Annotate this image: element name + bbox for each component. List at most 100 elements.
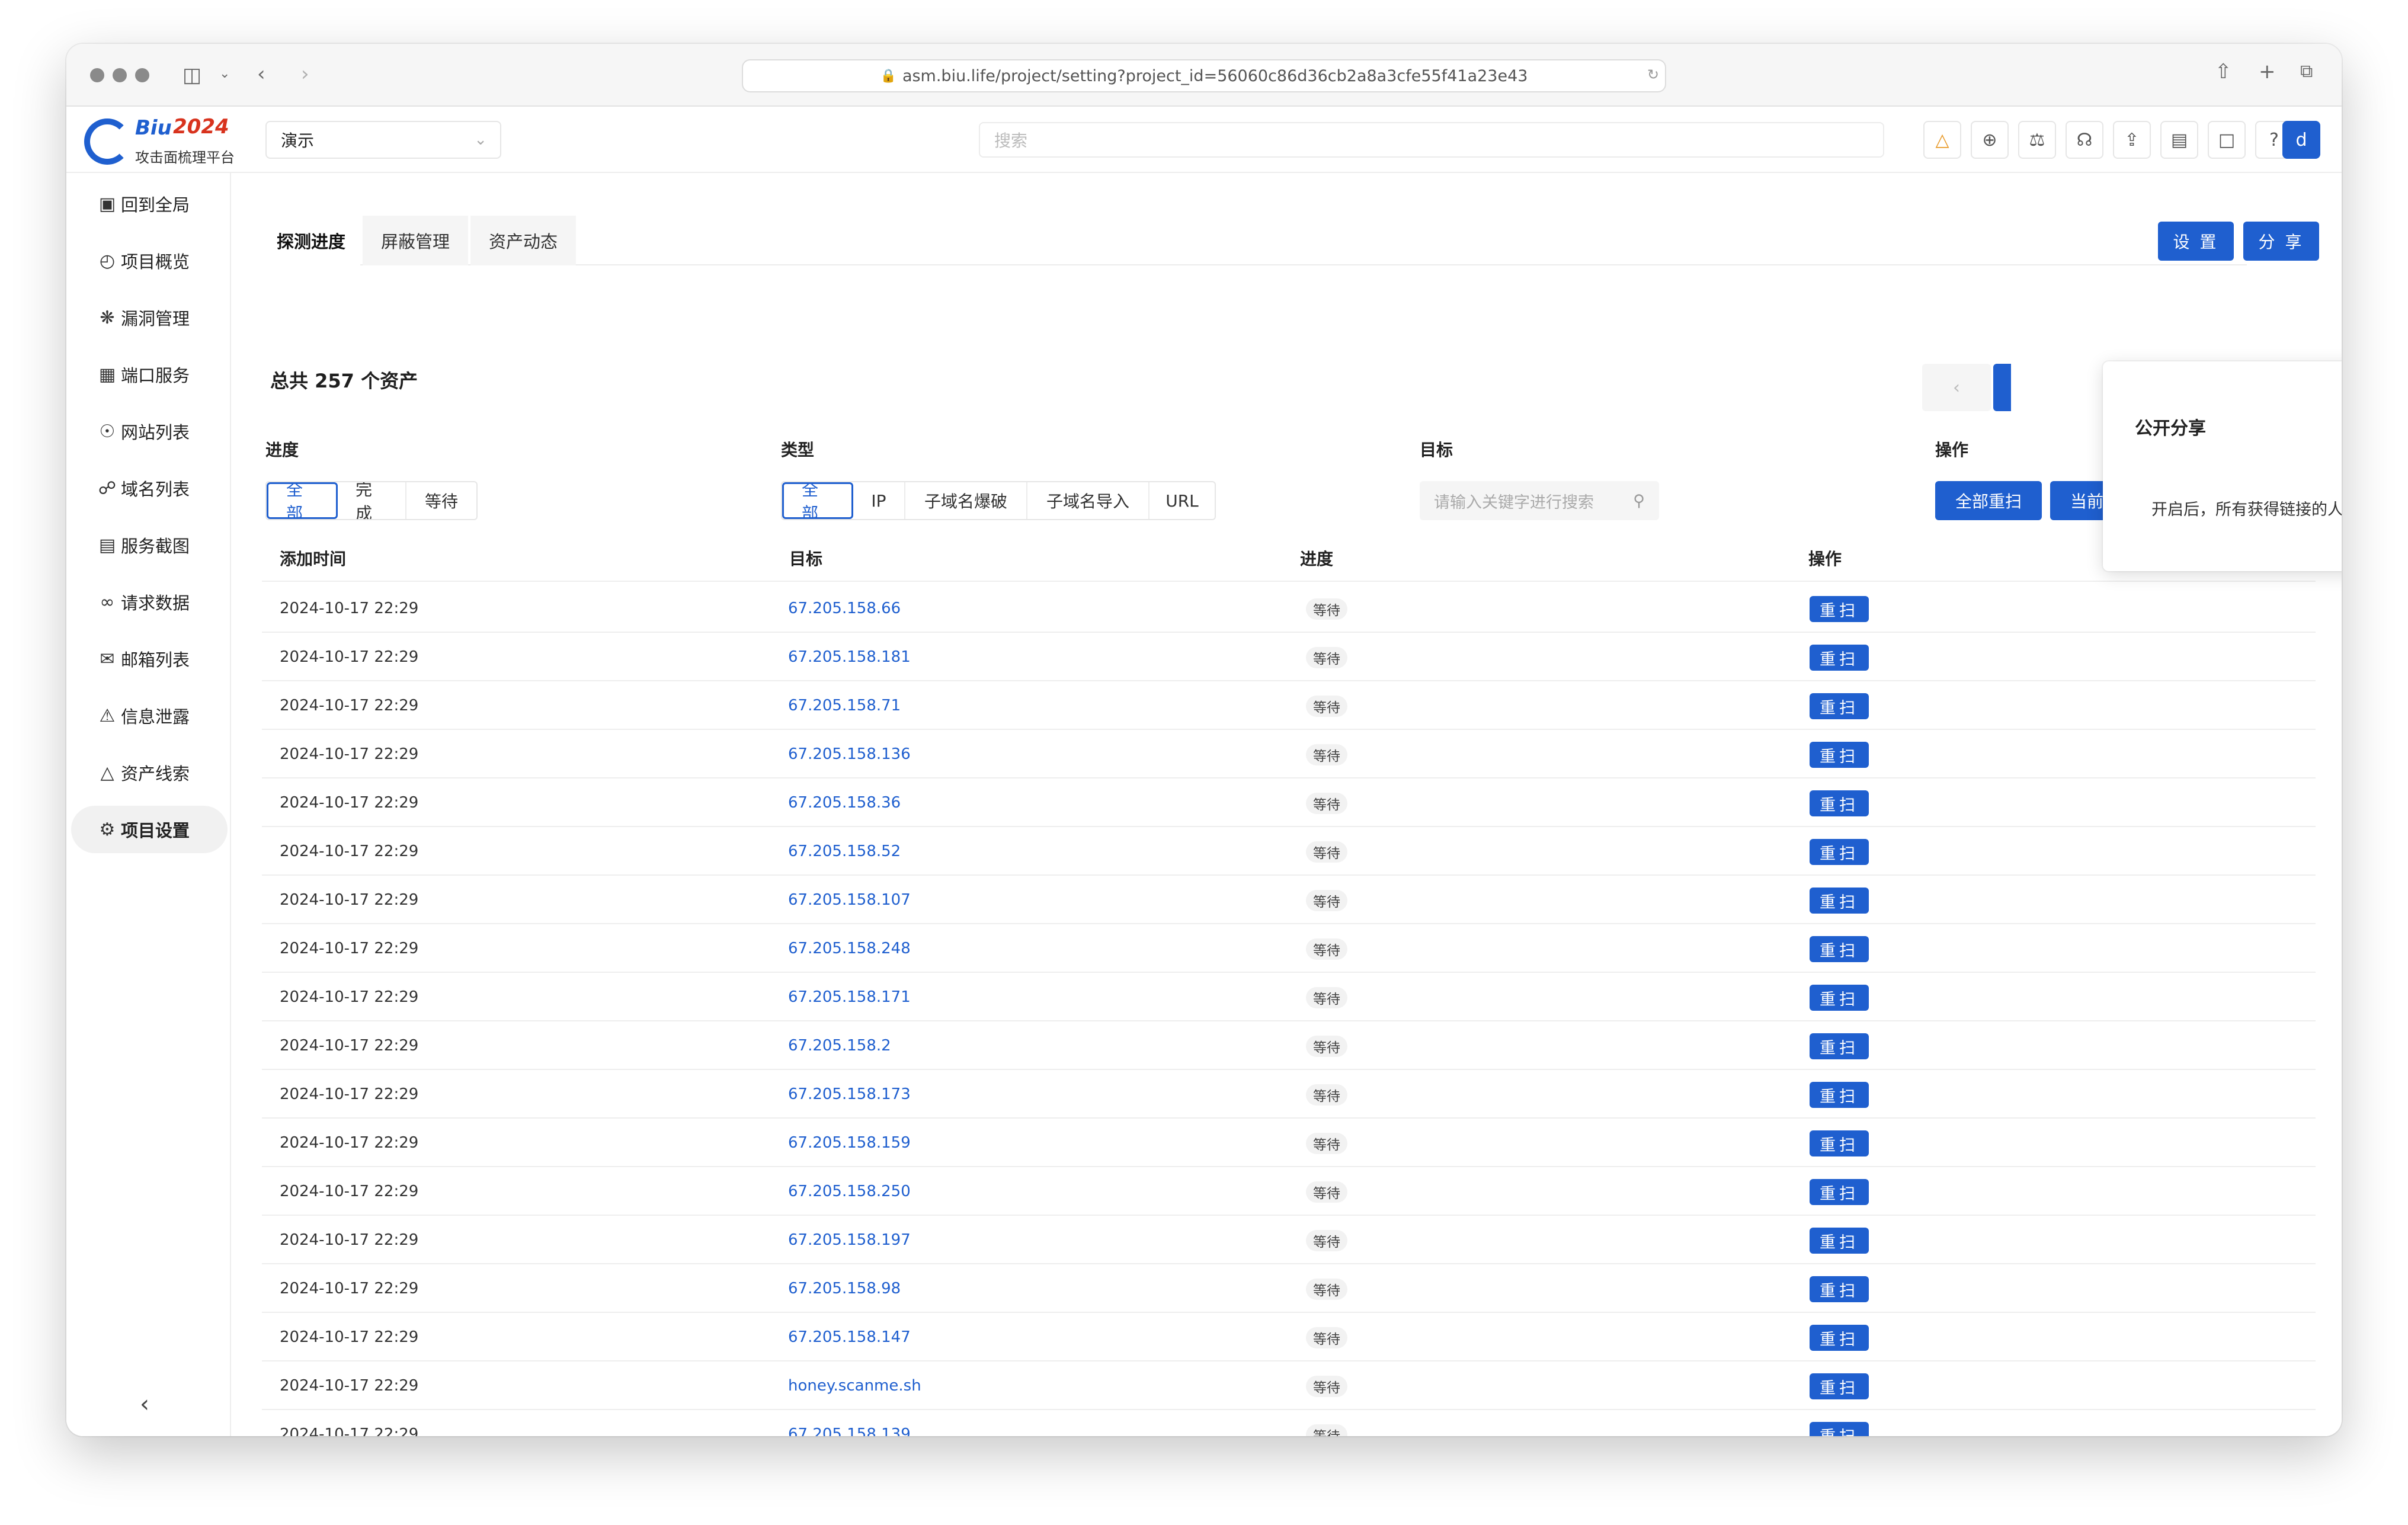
cell-target-link[interactable]: 67.205.158.248 (788, 924, 911, 973)
tab-block-management[interactable]: 屏蔽管理 (363, 216, 468, 265)
cell-target-link[interactable]: honey.scanme.sh (788, 1361, 921, 1410)
rescan-button[interactable]: 重扫 (1810, 1276, 1869, 1302)
new-tab-icon[interactable]: + (2259, 62, 2276, 82)
progress-option-waiting[interactable]: 等待 (406, 482, 476, 519)
headset-icon[interactable]: ☊ (2066, 121, 2103, 159)
sidebar-item-screenshots[interactable]: ▤ 服务截图 (71, 521, 228, 569)
maximize-window-button[interactable] (135, 68, 149, 82)
global-search-input[interactable]: 搜索 (979, 122, 1884, 158)
rescan-button[interactable]: 重扫 (1810, 1325, 1869, 1351)
project-select[interactable]: 演示 ⌄ (265, 121, 501, 159)
sidebar-item-label: 回到全局 (121, 195, 190, 215)
status-badge: 等待 (1306, 1133, 1347, 1154)
rescan-button[interactable]: 重扫 (1810, 1033, 1869, 1059)
status-badge: 等待 (1306, 890, 1347, 911)
share-sheet-icon[interactable]: ⇧ (2215, 62, 2232, 82)
type-option-subdomain-import[interactable]: 子域名导入 (1027, 482, 1149, 519)
rescan-button[interactable]: 重扫 (1810, 1130, 1869, 1156)
rescan-button[interactable]: 重扫 (1810, 985, 1869, 1011)
chevron-down-icon[interactable]: ⌄ (219, 68, 230, 81)
cell-time: 2024-10-17 22:29 (280, 988, 419, 1006)
cell-target-link[interactable]: 67.205.158.66 (788, 584, 901, 633)
rescan-button[interactable]: 重扫 (1810, 888, 1869, 914)
tab-overview-icon[interactable]: ⧉ (2300, 63, 2313, 81)
pagination-prev-button[interactable]: ‹ (1922, 364, 1991, 411)
rescan-all-button[interactable]: 全部重扫 (1935, 481, 2042, 520)
cell-target-link[interactable]: 67.205.158.136 (788, 730, 911, 778)
rescan-button[interactable]: 重扫 (1810, 693, 1869, 719)
rescan-button[interactable]: 重扫 (1810, 1422, 1869, 1436)
sidebar-item-domains[interactable]: ☍ 域名列表 (71, 464, 228, 512)
cell-target-link[interactable]: 67.205.158.250 (788, 1167, 911, 1216)
sidebar-item-ports[interactable]: ▦ 端口服务 (71, 351, 228, 398)
sidebar-item-requests[interactable]: ∞ 请求数据 (71, 578, 228, 626)
sidebar-toggle-icon[interactable]: ◫ (182, 65, 201, 85)
column-header-progress: 进度 (1300, 549, 1334, 569)
sidebar-item-clues[interactable]: △ 资产线索 (71, 749, 228, 796)
cell-target-link[interactable]: 67.205.158.139 (788, 1410, 911, 1436)
table-row: 2024-10-17 22:29 67.205.158.136 等待 重扫 (262, 730, 2316, 778)
cell-target-link[interactable]: 67.205.158.197 (788, 1216, 911, 1264)
rescan-button[interactable]: 重扫 (1810, 1179, 1869, 1205)
pagination-current[interactable] (1993, 364, 2011, 411)
status-badge: 等待 (1306, 1376, 1347, 1397)
rescan-button[interactable]: 重扫 (1810, 1082, 1869, 1108)
sidebar-item-vulns[interactable]: ❋ 漏洞管理 (71, 294, 228, 341)
tab-asset-activity[interactable]: 资产动态 (470, 216, 576, 265)
flask-icon[interactable]: ⚖ (2018, 121, 2056, 159)
share-button[interactable]: 分 享 (2243, 222, 2319, 261)
sidebar-item-settings[interactable]: ⚙ 项目设置 (71, 806, 228, 853)
tab-scan-progress[interactable]: 探测进度 (262, 216, 360, 265)
cell-target-link[interactable]: 67.205.158.173 (788, 1070, 911, 1119)
address-bar[interactable]: 🔒 asm.biu.life/project/setting?project_i… (742, 59, 1666, 92)
cell-target-link[interactable]: 67.205.158.52 (788, 827, 901, 876)
back-arrow-icon[interactable]: ‹ (257, 64, 265, 84)
rescan-button[interactable]: 重扫 (1810, 790, 1869, 816)
avatar[interactable]: d (2282, 121, 2320, 159)
type-option-ip[interactable]: IP (853, 482, 905, 519)
rescan-button[interactable]: 重扫 (1810, 839, 1869, 865)
cell-target-link[interactable]: 67.205.158.147 (788, 1313, 911, 1361)
target-search-input[interactable]: 请输入关键字进行搜索 ⚲ (1420, 481, 1659, 520)
sidebar-item-label: 域名列表 (121, 479, 190, 499)
close-window-button[interactable] (90, 68, 104, 82)
sidebar-item-overview[interactable]: ◴ 项目概览 (71, 237, 228, 284)
cell-target-link[interactable]: 67.205.158.2 (788, 1021, 891, 1070)
rescan-button[interactable]: 重扫 (1810, 1373, 1869, 1399)
rescan-button[interactable]: 重扫 (1810, 645, 1869, 671)
sidebar-item-websites[interactable]: ☉ 网站列表 (71, 408, 228, 455)
cell-target-link[interactable]: 67.205.158.181 (788, 633, 911, 681)
cluster-icon: △ (100, 762, 114, 783)
progress-option-all[interactable]: 全部 (267, 482, 338, 519)
target-filter-label: 目标 (1420, 440, 1453, 460)
file-text-icon[interactable]: ▤ (2160, 121, 2198, 159)
upload-icon[interactable]: ⇪ (2113, 121, 2151, 159)
app-logo[interactable]: Biu 2024 攻击面梳理平台 (84, 114, 238, 167)
rescan-button[interactable]: 重扫 (1810, 1228, 1869, 1254)
forward-arrow-icon[interactable]: › (301, 64, 309, 84)
plus-circle-icon[interactable]: ⊕ (1971, 121, 2009, 159)
sidebar-item-leaks[interactable]: ⚠ 信息泄露 (71, 692, 228, 739)
type-option-subdomain-brute[interactable]: 子域名爆破 (905, 482, 1027, 519)
reload-icon[interactable]: ↻ (1647, 68, 1659, 82)
rescan-button[interactable]: 重扫 (1810, 596, 1869, 622)
sidebar-item-emails[interactable]: ✉ 邮箱列表 (71, 635, 228, 683)
file-icon[interactable]: □ (2208, 121, 2246, 159)
logo-text: Biu (135, 116, 172, 140)
progress-option-done[interactable]: 完成 (338, 482, 406, 519)
collapse-sidebar-icon[interactable]: ‹ (140, 1391, 149, 1418)
rescan-button[interactable]: 重扫 (1810, 936, 1869, 962)
cell-target-link[interactable]: 67.205.158.171 (788, 973, 911, 1021)
type-option-all[interactable]: 全部 (782, 482, 853, 519)
cell-target-link[interactable]: 67.205.158.107 (788, 876, 911, 924)
cell-target-link[interactable]: 67.205.158.98 (788, 1264, 901, 1313)
rescan-button[interactable]: 重扫 (1810, 742, 1869, 768)
type-option-url[interactable]: URL (1149, 482, 1215, 519)
cluster-icon[interactable]: △ (1923, 121, 1961, 159)
sidebar-item-back-global[interactable]: ▣ 回到全局 (71, 180, 228, 228)
cell-target-link[interactable]: 67.205.158.71 (788, 681, 901, 730)
minimize-window-button[interactable] (113, 68, 127, 82)
cell-target-link[interactable]: 67.205.158.36 (788, 778, 901, 827)
cell-target-link[interactable]: 67.205.158.159 (788, 1119, 911, 1167)
cell-time: 2024-10-17 22:29 (280, 1134, 419, 1152)
